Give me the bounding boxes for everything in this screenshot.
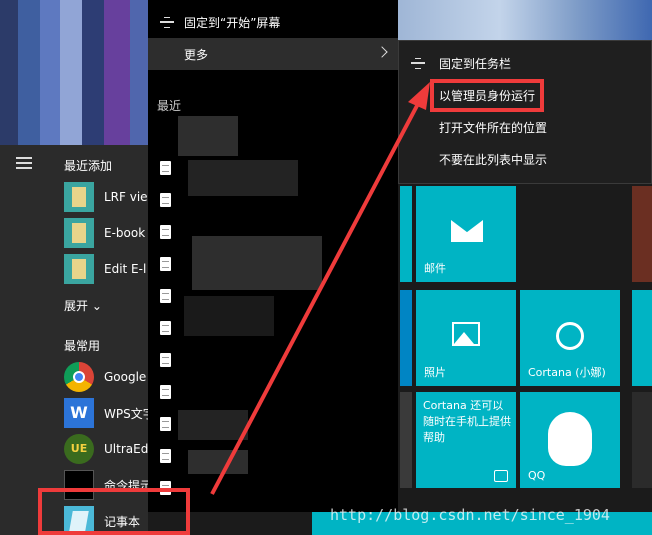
document-icon[interactable]: [160, 353, 171, 367]
tile-partial[interactable]: [632, 186, 652, 282]
app-label: Google: [104, 370, 147, 384]
chevron-right-icon: [376, 46, 388, 58]
document-icon[interactable]: [160, 193, 171, 207]
document-icon[interactable]: [160, 321, 171, 335]
pin-to-taskbar-item[interactable]: 固定到任务栏: [399, 47, 651, 79]
qq-tile[interactable]: QQ: [520, 392, 620, 488]
chrome-icon: [64, 362, 94, 392]
cortana-icon: [556, 322, 584, 350]
dont-show-in-list-item[interactable]: 不要在此列表中显示: [399, 143, 651, 175]
qq-penguin-icon: [548, 412, 592, 466]
app-item-edit[interactable]: Edit E-l: [64, 253, 148, 285]
app-icon: [64, 254, 94, 284]
mail-tile[interactable]: 邮件: [416, 186, 516, 282]
app-label: LRF vie: [104, 190, 148, 204]
photos-icon: [452, 322, 480, 346]
app-label: E-book: [104, 226, 146, 240]
document-icon[interactable]: [160, 417, 171, 431]
tile-partial[interactable]: [400, 186, 412, 282]
watermark: http://blog.csdn.net/since_1904: [330, 506, 610, 524]
context-menu-more: 固定到任务栏 以管理员身份运行 打开文件所在的位置 不要在此列表中显示: [398, 40, 652, 184]
recent-header: 最近: [157, 99, 182, 113]
desktop-wallpaper-left: [0, 0, 148, 145]
app-icon: [64, 218, 94, 248]
document-icon[interactable]: [160, 385, 171, 399]
ultraedit-icon: UE: [64, 434, 94, 464]
most-used-header: 最常用: [64, 339, 101, 353]
tile-partial[interactable]: [632, 392, 652, 488]
pin-icon: [411, 58, 425, 69]
document-icon[interactable]: [160, 449, 171, 463]
chevron-down-icon: ⌄: [91, 299, 102, 313]
app-item-wps[interactable]: W WPS文字: [64, 397, 148, 429]
more-submenu-item[interactable]: 更多: [148, 38, 398, 70]
tile-partial[interactable]: [400, 290, 412, 386]
desktop-wallpaper-right: [398, 0, 652, 40]
app-label: Edit E-l: [104, 262, 147, 276]
recently-added-header: 最近添加: [64, 159, 113, 173]
app-item-ultraedit[interactable]: UE UltraEd: [64, 433, 148, 465]
photos-tile[interactable]: 照片: [416, 290, 516, 386]
pin-to-start-item[interactable]: 固定到“开始”屏幕: [148, 6, 398, 38]
tile-partial[interactable]: [632, 290, 652, 386]
app-label: WPS文字: [104, 406, 148, 421]
annotation-highlight-notepad: [38, 488, 190, 535]
annotation-highlight-run-as-admin: [430, 79, 544, 112]
document-icon[interactable]: [160, 161, 171, 175]
document-icon[interactable]: [160, 225, 171, 239]
document-icon[interactable]: [160, 257, 171, 271]
app-item-chrome[interactable]: Google: [64, 361, 148, 393]
pin-icon: [160, 17, 174, 28]
open-file-location-item[interactable]: 打开文件所在的位置: [399, 111, 651, 143]
app-icon: [64, 182, 94, 212]
mail-icon: [451, 220, 483, 242]
cortana-tile[interactable]: Cortana (小娜): [520, 290, 620, 386]
app-item-ebook[interactable]: E-book: [64, 217, 148, 249]
cortana-info-tile[interactable]: Cortana 还可以随时在手机上提供帮助: [416, 392, 516, 488]
tile-partial[interactable]: [400, 392, 412, 488]
context-menu-primary: 固定到“开始”屏幕 更多 最近: [148, 0, 398, 512]
expand-toggle[interactable]: 展开 ⌄: [64, 297, 102, 314]
wps-icon: W: [64, 398, 94, 428]
document-icon[interactable]: [160, 289, 171, 303]
app-item-lrf[interactable]: LRF vie: [64, 181, 148, 213]
phone-link-icon: [494, 470, 508, 482]
hamburger-menu-icon[interactable]: [16, 157, 32, 169]
app-label: UltraEd: [104, 442, 148, 456]
